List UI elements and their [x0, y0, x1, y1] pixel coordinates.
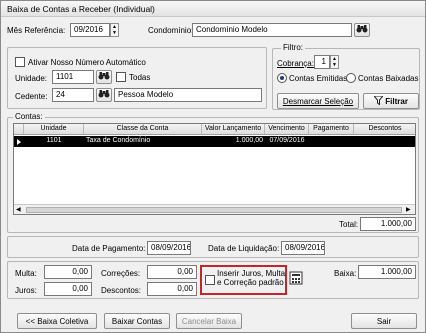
- descontos-label: Descontos:: [101, 286, 142, 295]
- horizontal-scrollbar[interactable]: ◀ ▶: [14, 204, 415, 214]
- contas-table[interactable]: Unidade Classe da Conta Valor Lançamento…: [13, 123, 416, 215]
- contas-emitidas-label: Contas Emitidas: [289, 74, 348, 83]
- data-pagamento-input[interactable]: 08/09/2016: [147, 241, 191, 255]
- row-pointer-icon: [17, 139, 21, 145]
- correcoes-input[interactable]: 0,00: [147, 265, 197, 279]
- data-liquidacao-input[interactable]: 08/09/2016: [281, 241, 325, 255]
- inserir-juros-line1: Inserir Juros, Multa: [217, 269, 286, 278]
- todas-label: Todas: [129, 73, 151, 82]
- correcoes-label: Correções:: [101, 269, 141, 278]
- filtrar-button[interactable]: Filtrar: [363, 93, 419, 109]
- scroll-left-icon[interactable]: ◀: [16, 206, 21, 213]
- window: Baixa de Contas a Receber (Individual) M…: [0, 0, 426, 333]
- baixar-contas-button[interactable]: Baixar Contas: [104, 313, 170, 329]
- unidade-label: Unidade:: [15, 74, 48, 83]
- cancelar-baixa-button[interactable]: Cancelar Baixa: [176, 313, 242, 329]
- contas-emitidas-radio[interactable]: [277, 73, 287, 83]
- column-header-descontos[interactable]: Descontos: [354, 124, 415, 135]
- desmarcar-selecao-label: Desmarcar Seleção: [282, 97, 354, 106]
- cobranca-input[interactable]: 1: [314, 55, 330, 69]
- column-header-classe[interactable]: Classe da Conta: [84, 124, 202, 135]
- cell-pagamento: [309, 136, 354, 146]
- cobranca-spinner[interactable]: ▲ ▼: [330, 55, 339, 69]
- scrollbar-thumb[interactable]: [26, 207, 402, 213]
- cell-classe: Taxa de Condomínio: [86, 137, 151, 144]
- binoculars-icon[interactable]: [96, 88, 112, 102]
- cedente-name-field: Pessoa Modelo: [114, 88, 262, 102]
- contas-baixadas-radio[interactable]: [346, 73, 356, 83]
- contas-title: Contas:: [13, 112, 45, 121]
- inserir-juros-checkbox[interactable]: [205, 275, 215, 285]
- total-field: 1.000,00: [360, 217, 416, 231]
- filtrar-label: Filtrar: [385, 97, 408, 106]
- descontos-input[interactable]: 0,00: [147, 282, 197, 296]
- column-header-unidade[interactable]: Unidade: [24, 124, 84, 135]
- desmarcar-selecao-button[interactable]: Desmarcar Seleção: [277, 93, 359, 109]
- window-title: Baixa de Contas a Receber (Individual): [1, 1, 425, 17]
- cedente-label: Cedente:: [15, 92, 48, 101]
- juros-input[interactable]: 0,00: [44, 282, 92, 296]
- inserir-juros-label: Inserir Juros, Multa e Correção padrão: [217, 269, 285, 287]
- multa-label: Multa:: [15, 269, 37, 278]
- inserir-juros-line2: e Correção padrão: [217, 278, 284, 287]
- binoculars-icon[interactable]: [96, 70, 112, 84]
- total-label: Total:: [339, 220, 359, 229]
- data-pagamento-label: Data de Pagamento:: [72, 244, 146, 253]
- column-header-vencimento[interactable]: Vencimento: [265, 124, 309, 135]
- filtro-title: Filtro:: [281, 43, 305, 52]
- cell-valor: 1.000,00: [235, 137, 263, 144]
- baixa-coletiva-button[interactable]: << Baixa Coletiva: [17, 313, 97, 329]
- condominio-label: Condomínio:: [148, 26, 194, 35]
- condominio-input[interactable]: Condomínio Modelo: [192, 23, 352, 37]
- unidade-input[interactable]: 1101: [52, 70, 94, 84]
- mes-referencia-input[interactable]: 09/2016: [70, 23, 110, 37]
- mes-referencia-label: Mês Referência:: [7, 26, 66, 35]
- binoculars-icon[interactable]: [354, 23, 370, 37]
- scroll-right-icon[interactable]: ▶: [406, 206, 411, 213]
- juros-label: Juros:: [15, 286, 37, 295]
- calculator-icon[interactable]: [289, 271, 303, 285]
- ativar-nosso-numero-checkbox[interactable]: [15, 57, 25, 67]
- cell-vencimento: 07/09/2016: [269, 137, 305, 144]
- baixa-input[interactable]: 1.000,00: [358, 265, 416, 279]
- baixa-label: Baixa:: [334, 269, 357, 278]
- funnel-icon: [372, 95, 385, 106]
- data-liquidacao-label: Data de Liquidação:: [208, 244, 280, 253]
- column-header-valor[interactable]: Valor Lançamento: [202, 124, 265, 135]
- multa-input[interactable]: 0,00: [44, 265, 92, 279]
- mes-referencia-spinner[interactable]: ▲ ▼: [110, 23, 119, 37]
- cell-descontos: [354, 136, 415, 146]
- table-row[interactable]: 1101 Taxa de Condomínio 1.000,00 07/09/2…: [14, 136, 415, 147]
- sair-button[interactable]: Sair: [351, 313, 417, 329]
- cedente-input[interactable]: 24: [52, 88, 94, 102]
- cell-unidade: 1101: [46, 137, 62, 144]
- column-header-pagamento[interactable]: Pagamento: [309, 124, 354, 135]
- todas-checkbox[interactable]: [116, 72, 126, 82]
- contas-baixadas-label: Contas Baixadas: [358, 74, 419, 83]
- ativar-nosso-numero-label: Ativar Nosso Número Automático: [28, 58, 146, 67]
- cobranca-label: Cobrança:: [277, 59, 314, 68]
